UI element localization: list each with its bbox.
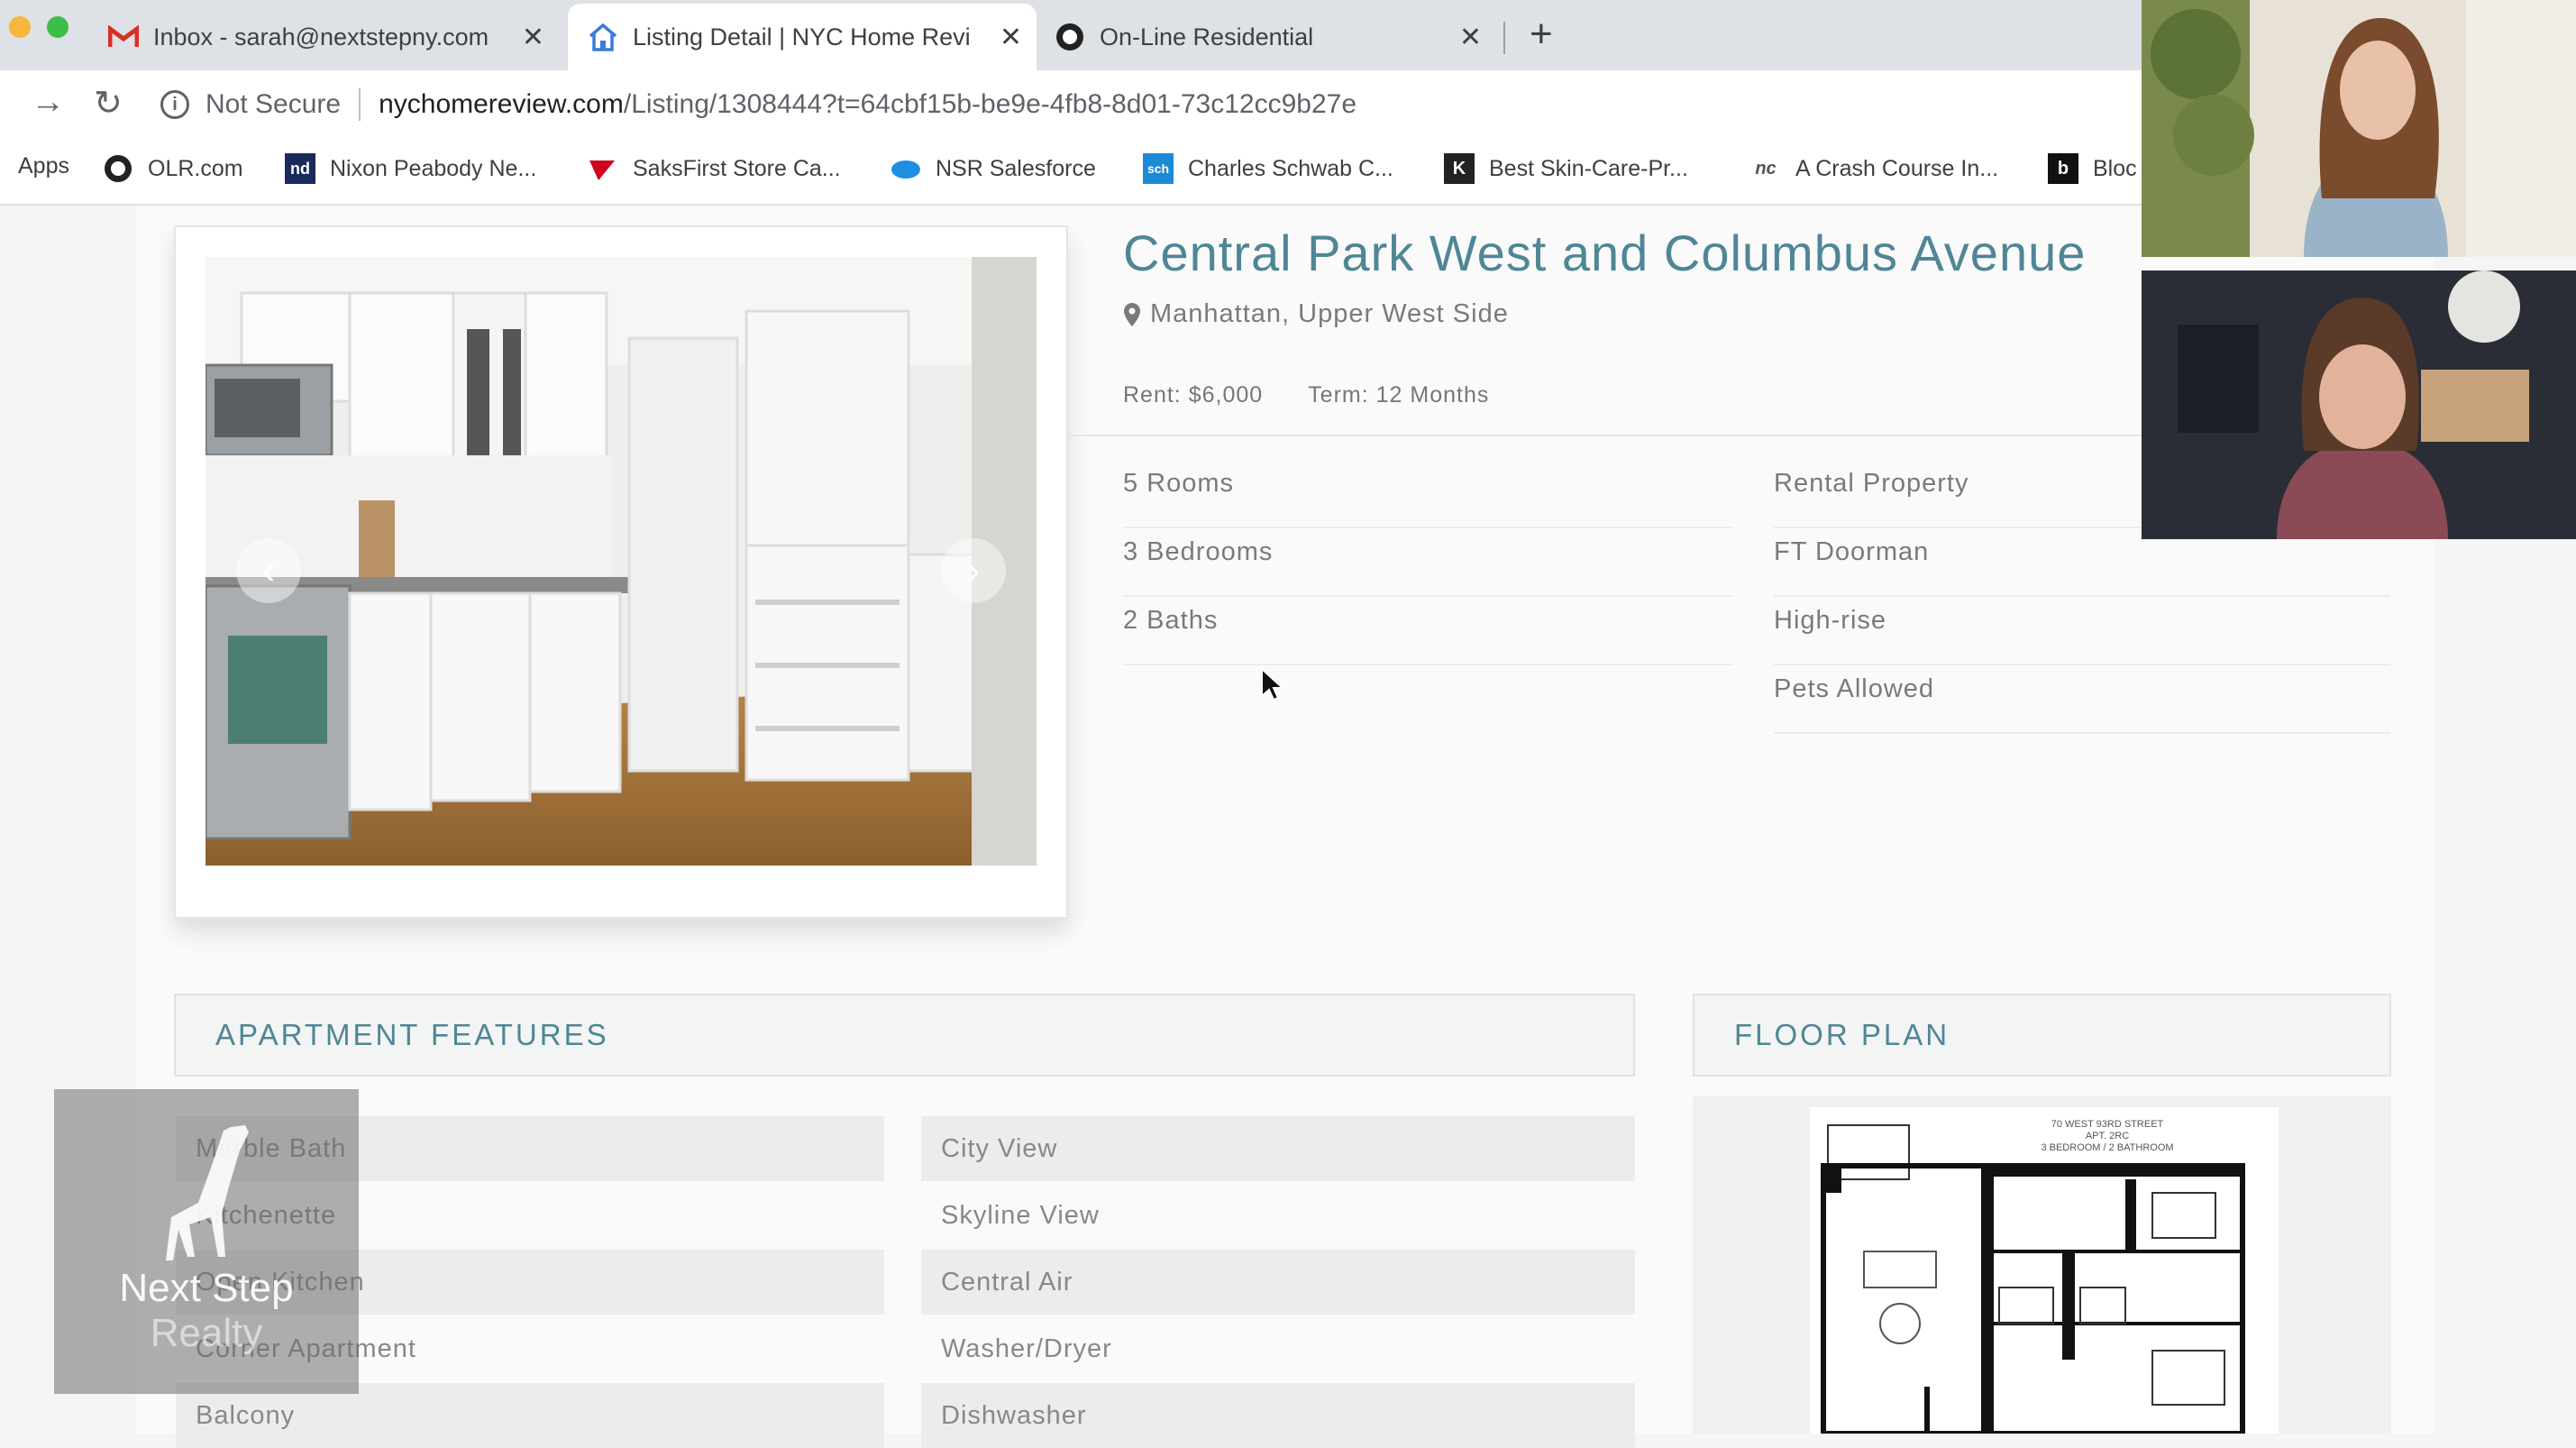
floor-plan-image[interactable]: 70 WEST 93RD STREET APT. 2RC 3 BEDROOM / 2… [1810, 1107, 2279, 1436]
spec-bedrooms: 3 Bedrooms [1123, 528, 1732, 597]
apartment-features-heading: APARTMENT FEATURES [174, 994, 1635, 1077]
tab-title: Inbox - sarah@nextstepny.com [153, 23, 489, 50]
spec-pets: Pets Allowed [1774, 665, 2390, 734]
next-step-realty-logo: Next Step Realty [54, 1089, 359, 1394]
window-maximize-button[interactable] [47, 16, 69, 38]
bookmark-label: NSR Salesforce [936, 155, 1096, 181]
bookmark-apps[interactable]: Apps [18, 153, 69, 179]
bookmark-label: Nixon Peabody Ne... [330, 155, 537, 181]
carousel-next-button[interactable]: › [941, 538, 1006, 603]
forward-icon[interactable]: → [31, 83, 65, 122]
tab-gmail[interactable]: Inbox - sarah@nextstepny.com ✕ [108, 4, 559, 70]
bookmark-skincare[interactable]: K Best Skin-Care-Pr... [1444, 153, 1688, 184]
tab-listing-detail[interactable]: Listing Detail | NYC Home Revi ✕ [568, 4, 1037, 70]
logo-text-line1: Next Step [119, 1266, 294, 1310]
tab-title: Listing Detail | NYC Home Revi [633, 23, 971, 50]
home-icon [588, 22, 618, 52]
olr-icon [103, 153, 133, 184]
window-close-button[interactable] [9, 16, 31, 38]
feature-item: City View [921, 1116, 1635, 1181]
bookmark-label: Charles Schwab C... [1188, 155, 1393, 181]
url-path: /Listing/1308444?t=64cbf15b-be9e-4fb8-8d… [623, 89, 1357, 119]
term-value: Term: 12 Months [1308, 382, 1490, 408]
feature-item: Washer/Dryer [941, 1333, 1112, 1363]
schwab-icon: sch [1143, 153, 1174, 184]
bookmark-schwab[interactable]: sch Charles Schwab C... [1143, 153, 1393, 184]
nd-icon: nd [285, 153, 315, 184]
floor-plan-heading: FLOOR PLAN [1693, 994, 2391, 1077]
bookmark-label: Apps [18, 153, 69, 179]
reload-icon[interactable]: ↻ [94, 83, 123, 124]
bookmark-olr[interactable]: OLR.com [103, 153, 243, 184]
mouse-cursor-icon [1261, 667, 1283, 701]
video-tile-participant-1 [2142, 0, 2576, 257]
location-text: Manhattan, Upper West Side [1150, 299, 1509, 328]
close-tab-icon[interactable]: ✕ [1000, 22, 1022, 53]
video-tile-participant-2 [2142, 270, 2576, 539]
b-icon: b [2048, 153, 2078, 184]
close-tab-icon[interactable]: ✕ [1459, 22, 1482, 53]
bookmark-salesforce[interactable]: NSR Salesforce [891, 153, 1096, 184]
tab-title: On-Line Residential [1100, 23, 1314, 50]
feature-item: Skyline View [941, 1200, 1100, 1230]
olr-icon [1055, 22, 1085, 52]
giraffe-icon [166, 1125, 249, 1260]
gmail-icon [108, 22, 139, 52]
kitchen-photo: ‹ › [206, 257, 1037, 866]
bookmark-label: Best Skin-Care-Pr... [1489, 155, 1688, 181]
address-bar[interactable]: i Not Secure nychomereview.com /Listing/… [160, 78, 2143, 132]
address-divider [359, 88, 361, 121]
info-icon[interactable]: i [160, 90, 189, 119]
photo-carousel: ‹ › [174, 225, 1068, 919]
floor-plan-panel: 70 WEST 93RD STREET APT. 2RC 3 BEDROOM / 2… [1693, 1096, 2391, 1436]
spec-building-type: High-rise [1774, 597, 2390, 665]
bookmark-bloc[interactable]: b Bloc [2048, 153, 2137, 184]
bookmark-label: OLR.com [148, 155, 243, 181]
crash-course-icon: nc [1755, 158, 1777, 179]
tab-online-residential[interactable]: On-Line Residential ✕ [1055, 4, 1496, 70]
listing-title: Central Park West and Columbus Avenue [1123, 225, 2087, 281]
bookmark-saks[interactable]: SaksFirst Store Ca... [588, 153, 841, 184]
bookmark-label: Bloc [2093, 155, 2137, 181]
floor-plan-caption: 70 WEST 93RD STREET APT. 2RC 3 BEDROOM / 2… [2041, 1119, 2173, 1153]
map-pin-icon [1124, 302, 1140, 326]
bookmark-label: SaksFirst Store Ca... [633, 155, 841, 181]
close-tab-icon[interactable]: ✕ [522, 22, 544, 53]
new-tab-button[interactable]: + [1530, 14, 1553, 54]
spec-baths: 2 Baths [1123, 597, 1732, 665]
bookmark-crash-course[interactable]: nc A Crash Course In... [1750, 153, 1998, 184]
skincare-icon: K [1444, 153, 1475, 184]
feature-item: Central Air [921, 1250, 1635, 1315]
security-label: Not Secure [206, 89, 342, 119]
saks-icon [588, 153, 618, 184]
tab-separator [1503, 22, 1505, 54]
bookmark-nixon-peabody[interactable]: nd Nixon Peabody Ne... [285, 153, 536, 184]
url-host: nychomereview.com [379, 89, 624, 119]
listing-location: Manhattan, Upper West Side [1123, 299, 1509, 329]
logo-text-line2: Realty [150, 1311, 263, 1355]
rent-value: Rent: $6,000 [1123, 382, 1264, 408]
rent-term: Rent: $6,000 Term: 12 Months [1123, 382, 1489, 408]
feature-item: Dishwasher [921, 1383, 1635, 1448]
bookmark-label: A Crash Course In... [1795, 155, 1999, 181]
salesforce-icon [891, 153, 921, 184]
spec-rooms: 5 Rooms [1123, 460, 1732, 528]
carousel-prev-button[interactable]: ‹ [236, 538, 301, 603]
